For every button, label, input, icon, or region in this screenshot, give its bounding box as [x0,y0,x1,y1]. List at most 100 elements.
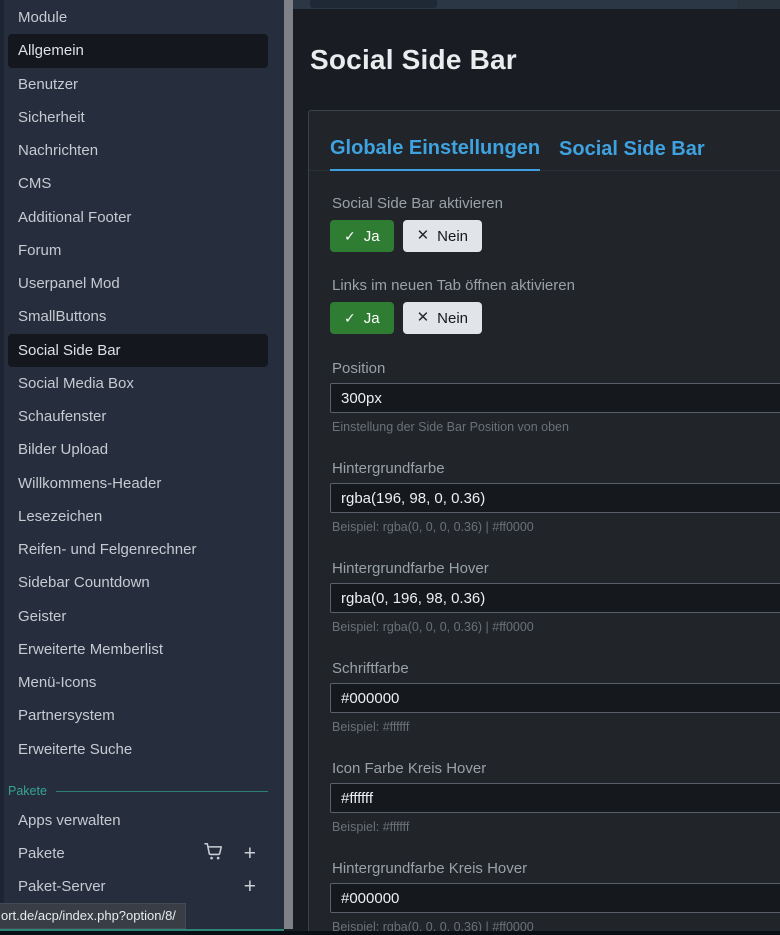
sidebar-item-sidebar-countdown[interactable]: Sidebar Countdown [8,566,268,599]
sidebar-item-additional-footer[interactable]: Additional Footer [8,201,268,234]
links-im-neuen-tab-ffnen-aktivieren-no-button[interactable]: ✕ Nein [403,302,482,334]
sidebar-item-partnersystem[interactable]: Partnersystem [8,699,268,732]
sidebar-menu: Module AllgemeinBenutzer Sicherheit Nachric… [0,0,284,766]
helper-text: Beispiel: #ffffff [332,821,780,834]
toggle-group: ✓Ja ✕ Nein [330,220,780,252]
sidebar-item-paket-server[interactable]: Paket-Server + [8,870,268,903]
sidebar-item-module[interactable]: Module [8,1,268,34]
field-links-im-neuen-tab-ffnen-aktivieren: Links im neuen Tab öffnen aktivieren ✓Ja ✕… [330,278,780,334]
field-label: Icon Farbe Kreis Hover [332,761,780,777]
packages-menu: Apps verwalten Pakete + Paket-Server + [0,803,284,904]
yes-label: Ja [364,228,380,245]
yes-label: Ja [364,310,380,327]
sidebar-item-label: Forum [18,242,61,259]
sidebar-item-label: Bilder Upload [18,441,108,458]
field-hintergrundfarbe-kreis-hover: Hintergrundfarbe Kreis HoverBeispiel: rg… [330,861,780,934]
position-input[interactable] [330,383,780,413]
hintergrundfarbe-kreis-hover-input[interactable] [330,883,780,913]
hintergrundfarbe-hover-input[interactable] [330,583,780,613]
no-label: Nein [437,228,468,245]
sidebar-item-nachrichten[interactable]: Nachrichten [8,134,268,167]
settings-panel: Globale Einstellungen Social Side Bar Soc… [308,110,780,935]
sidebar-item-label: SmallButtons [18,308,106,325]
cart-icon[interactable] [204,843,223,865]
field-label: Schriftfarbe [332,661,780,677]
tab-social-side-bar[interactable]: Social Side Bar [559,138,705,170]
sidebar-item-forum[interactable]: Forum [8,234,268,267]
item-actions: + [204,843,256,865]
sidebar-item-label: Reifen- und Felgenrechner [18,541,196,558]
sidebar: Module AllgemeinBenutzer Sicherheit Nachric… [0,0,284,929]
sidebar-item-willkommens-header[interactable]: Willkommens-Header [8,467,268,500]
sidebar-item-social-side-bar[interactable]: Social Side Bar [8,334,268,367]
sidebar-item-label: Sidebar Countdown [18,574,150,591]
sidebar-item-label: CMS [18,175,51,192]
sidebar-item-schaufenster[interactable]: Schaufenster [8,400,268,433]
no-label: Nein [437,310,468,327]
sidebar-item-label: Social Side Bar [18,342,121,359]
hintergrundfarbe-input[interactable] [330,483,780,513]
field-position: PositionEinstellung der Side Bar Positio… [330,361,780,434]
plus-icon[interactable]: + [244,846,256,862]
sidebar-item-label: Nachrichten [18,142,98,159]
settings-form: Social Side Bar aktivieren✓Ja✕NeinLinks … [309,171,780,934]
helper-text: Beispiel: rgba(0, 0, 0, 0.36) | #ff0000 [332,621,780,634]
field-hintergrundfarbe-hover: Hintergrundfarbe Hover Beispiel: rgba(0, … [330,561,780,634]
field-label: Hintergrundfarbe [332,461,780,477]
tab-bar: Globale Einstellungen Social Side Bar [309,111,780,171]
item-actions: + [244,879,256,895]
sidebar-item-cms[interactable]: CMS [8,167,268,200]
field-label: Hintergrundfarbe Hover [332,561,780,577]
sidebar-item-label: Erweiterte Memberlist [18,641,163,658]
sidebar-item-userpanel-mod[interactable]: Userpanel Mod [8,267,268,300]
sidebar-scrollbar[interactable] [284,0,293,929]
field-label: Social Side Bar aktivieren [332,196,780,212]
plus-icon[interactable]: + [244,879,256,895]
helper-text: Beispiel: rgba(0, 0, 0, 0.36) | #ff0000 [332,521,780,534]
tab-globale-einstellungen[interactable]: Globale Einstellungen [330,137,540,171]
sidebar-item-pakete[interactable]: Pakete + [8,837,268,870]
window-bottom-edge [0,931,780,935]
sidebar-item-erweiterte-memberlist[interactable]: Erweiterte Memberlist [8,633,268,666]
sidebar-item-men-icons[interactable]: Menü-Icons [8,666,268,699]
field-social-side-bar-aktivieren: Social Side Bar aktivieren ✓Ja ✕ Nein [330,196,780,252]
toolbar-right-edge [737,0,780,9]
sidebar-item-sicherheit[interactable]: Sicherheit [8,101,268,134]
sidebar-item-label: Social Media Box [18,375,134,392]
sidebar-item-erweiterte-suche[interactable]: Erweiterte Suche [8,733,268,766]
packages-section-header: Pakete [8,783,268,800]
field-label: Links im neuen Tab öffnen aktivieren [332,278,780,294]
field-label: Position [332,361,780,377]
sidebar-item-label: Pakete [18,845,65,862]
sidebar-item-label: Module [18,9,67,26]
field-icon-farbe-kreis-hover: Icon Farbe Kreis Hover Beispiel: #ffffff [330,761,780,834]
sidebar-item-lesezeichen[interactable]: Lesezeichen [8,500,268,533]
status-url-tooltip: ort.de/acp/index.php?option/8/ [0,903,186,929]
social-side-bar-aktivieren-no-button[interactable]: ✕ Nein [403,220,482,252]
toolbar-button-edge [310,0,437,8]
sidebar-item-apps-verwalten[interactable]: Apps verwalten [8,804,268,837]
sidebar-item-benutzer[interactable]: Benutzer [8,68,268,101]
sidebar-item-social-media-box[interactable]: Social Media Box [8,367,268,400]
sidebar-item-reifen-und-felgenrechner[interactable]: Reifen- und Felgenrechner [8,533,268,566]
sidebar-item-bilder-upload[interactable]: Bilder Upload [8,433,268,466]
sidebar-item-label: Schaufenster [18,408,106,425]
sidebar-item-label: Sicherheit [18,109,85,126]
sidebar-item-label: Geister [18,608,66,625]
schriftfarbe-input[interactable] [330,683,780,713]
sidebar-item-label: Paket-Server [18,878,106,895]
sidebar-item-smallbuttons[interactable]: SmallButtons [8,300,268,333]
sidebar-item-label: Erweiterte Suche [18,741,132,758]
social-side-bar-aktivieren-yes-button[interactable]: ✓Ja [330,220,394,252]
main-content: Social Side Bar Globale Einstellungen Soc… [293,0,780,931]
cross-icon: ✕ [417,229,430,243]
links-im-neuen-tab-ffnen-aktivieren-yes-button[interactable]: ✓Ja [330,302,394,334]
sidebar-item-allgemein[interactable]: Allgemein [8,34,268,67]
sidebar-item-geister[interactable]: Geister [8,600,268,633]
icon-farbe-kreis-hover-input[interactable] [330,783,780,813]
page-title: Social Side Bar [310,44,517,76]
cross-icon: ✕ [417,311,430,325]
sidebar-item-label: Apps verwalten [18,812,121,829]
field-hintergrundfarbe: Hintergrundfarbe Beispiel: rgba(0, 0, 0, … [330,461,780,534]
sidebar-item-label: Userpanel Mod [18,275,120,292]
